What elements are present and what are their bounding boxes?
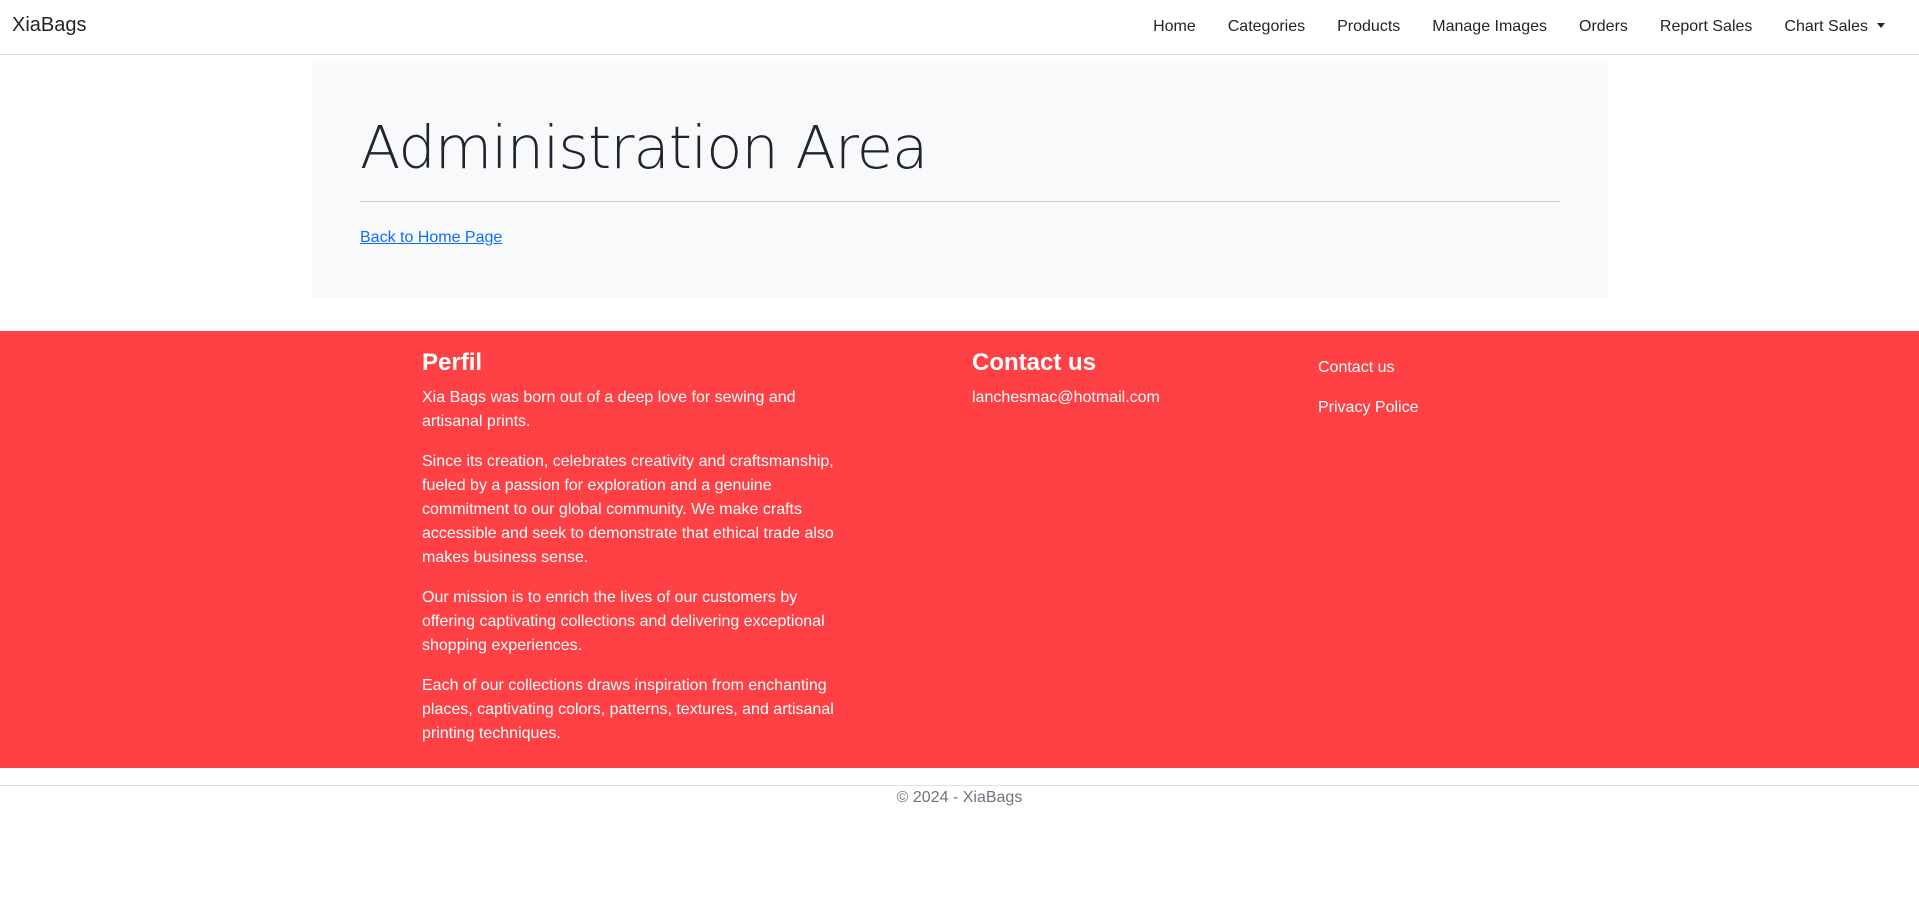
contact-heading: Contact us <box>972 349 1097 376</box>
nav-link-home[interactable]: Home <box>1137 18 1212 36</box>
perfil-paragraph: Xia Bags was born out of a deep love for… <box>422 389 796 430</box>
contact-email: lanchesmac@hotmail.com <box>972 389 1160 406</box>
divider <box>360 201 1560 202</box>
back-to-home-link[interactable]: Back to Home Page <box>360 229 502 247</box>
nav-links: Home Categories Products Manage Images O… <box>1137 0 1901 54</box>
copyright-bar: © 2024 - XiaBags <box>0 785 1919 807</box>
nav-link-categories[interactable]: Categories <box>1212 18 1321 36</box>
footer-link-contact-us[interactable]: Contact us <box>1318 356 1568 380</box>
perfil-paragraph: Each of our collections draws inspiratio… <box>422 677 834 742</box>
brand-link[interactable]: XiaBags <box>12 14 87 37</box>
top-navbar: XiaBags Home Categories Products Manage … <box>0 0 1919 55</box>
nav-dropdown-label: Chart Sales <box>1784 18 1868 35</box>
site-footer: Perfil Xia Bags was born out of a deep l… <box>0 331 1919 768</box>
footer-links-column: Contact us Privacy Police <box>1318 356 1568 436</box>
footer-link-privacy-police[interactable]: Privacy Police <box>1318 396 1568 420</box>
perfil-heading: Perfil <box>422 349 483 376</box>
perfil-paragraph: Since its creation, celebrates creativit… <box>422 453 834 566</box>
copyright-text: © 2024 - XiaBags <box>896 789 1023 806</box>
page-title: Administration Area <box>360 113 928 182</box>
nav-dropdown-chart-sales[interactable]: Chart Sales <box>1768 18 1901 36</box>
nav-link-report-sales[interactable]: Report Sales <box>1644 18 1769 36</box>
nav-link-products[interactable]: Products <box>1321 18 1416 36</box>
nav-link-orders[interactable]: Orders <box>1563 18 1644 36</box>
caret-down-icon <box>1877 23 1885 28</box>
footer-contact-column: Contact us lanchesmac@hotmail.com <box>972 348 1272 410</box>
footer-perfil-column: Perfil Xia Bags was born out of a deep l… <box>422 348 842 762</box>
nav-link-manage-images[interactable]: Manage Images <box>1416 18 1563 36</box>
perfil-paragraph: Our mission is to enrich the lives of ou… <box>422 589 825 654</box>
admin-panel: Administration Area Back to Home Page <box>312 63 1608 298</box>
